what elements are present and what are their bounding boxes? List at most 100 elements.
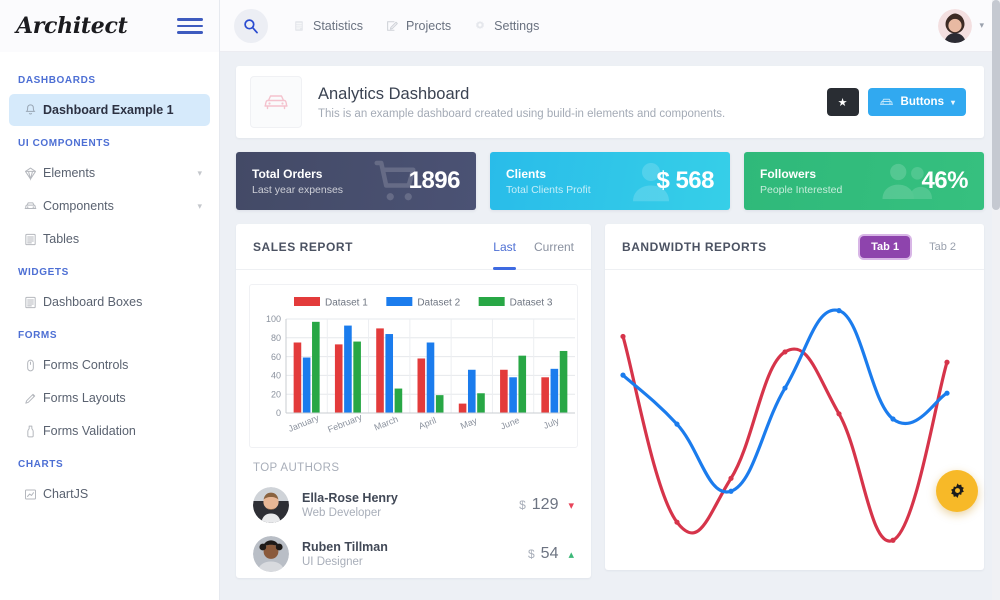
sidebar-item-tables[interactable]: Tables xyxy=(9,223,210,255)
car-icon xyxy=(250,76,302,128)
x-tick-label: April xyxy=(417,415,437,431)
author-meta: Ella-Rose Henry Web Developer xyxy=(302,491,398,519)
bar xyxy=(559,350,568,413)
author-row[interactable]: Ruben Tillman UI Designer $54 ▴ xyxy=(253,536,574,572)
stat-card-title: Followers xyxy=(760,166,817,181)
settings-fab[interactable] xyxy=(936,470,978,512)
bandwidth-reports-title: BANDWIDTH REPORTS xyxy=(622,239,767,254)
avatar xyxy=(253,487,289,523)
sidebar-item-elements[interactable]: Elements ▾ xyxy=(9,157,210,189)
brand-logo[interactable]: Architect xyxy=(16,13,128,39)
currency-symbol: $ xyxy=(527,547,535,561)
bar xyxy=(385,334,394,413)
stat-card-clients[interactable]: Clients Total Clients Profit $ 568 xyxy=(490,152,730,210)
bandwidth-reports-header: BANDWIDTH REPORTS Tab 1 Tab 2 xyxy=(605,224,984,270)
stat-card-followers[interactable]: Followers People Interested 46% xyxy=(744,152,984,210)
tab-2[interactable]: Tab 2 xyxy=(918,236,967,258)
scrollbar-thumb[interactable] xyxy=(992,0,1000,210)
bandwidth-reports-panel: BANDWIDTH REPORTS Tab 1 Tab 2 xyxy=(605,224,984,570)
data-point xyxy=(674,519,680,525)
buttons-dropdown[interactable]: Buttons ▾ xyxy=(867,88,966,116)
search-icon[interactable] xyxy=(234,8,268,43)
sidebar-item-forms-validation[interactable]: Forms Validation xyxy=(9,415,210,447)
avatar[interactable] xyxy=(938,8,973,43)
table-icon xyxy=(17,232,43,247)
sales-report-tabs: Last Current xyxy=(493,224,574,270)
top-nav: Statistics Projects Settings xyxy=(292,19,539,33)
sidebar-caption: CHARTS xyxy=(18,459,64,470)
sidebar-caption: UI COMPONENTS xyxy=(18,138,111,149)
top-nav-projects[interactable]: Projects xyxy=(385,19,451,33)
sidebar-item-components[interactable]: Components ▾ xyxy=(9,190,210,222)
author-amount: $129 ▾ xyxy=(519,496,574,514)
sidebar-item-dashboard-example-1[interactable]: Dashboard Example 1 xyxy=(9,94,210,126)
topbar: Statistics Projects Settings ▾ xyxy=(220,0,1000,52)
top-nav-statistics[interactable]: Statistics xyxy=(292,19,363,33)
sidebar-item-forms-controls[interactable]: Forms Controls xyxy=(9,349,210,381)
stat-card-subtitle: Last year expenses xyxy=(252,183,344,196)
gear-icon xyxy=(473,19,487,33)
x-tick-label: February xyxy=(326,412,364,435)
y-tick-label: 100 xyxy=(266,314,281,324)
bell-icon xyxy=(17,103,43,118)
tab-last[interactable]: Last xyxy=(493,224,516,270)
top-nav-settings[interactable]: Settings xyxy=(473,19,539,33)
stat-cards: Total Orders Last year expenses 1896 Client… xyxy=(236,152,984,210)
data-point xyxy=(782,349,788,355)
data-point xyxy=(620,333,626,340)
sidebar-item-dashboard-boxes[interactable]: Dashboard Boxes xyxy=(9,286,210,318)
bar xyxy=(458,403,467,413)
sidebar-item-chartjs[interactable]: ChartJS xyxy=(9,478,210,510)
y-tick-label: 0 xyxy=(276,408,281,418)
y-tick-label: 60 xyxy=(271,352,281,362)
page-header-text: Analytics Dashboard This is an example d… xyxy=(318,85,725,120)
bar xyxy=(312,321,320,413)
chevron-down-icon: ▾ xyxy=(197,167,202,178)
star-icon: ★ xyxy=(837,96,848,109)
tab-current[interactable]: Current xyxy=(534,224,574,270)
line-series xyxy=(621,308,949,494)
buttons-dropdown-label: Buttons xyxy=(900,96,944,108)
sidebar-item-label: Forms Validation xyxy=(43,424,136,438)
page-subtitle: This is an example dashboard created usi… xyxy=(318,107,726,120)
hamburger-icon[interactable] xyxy=(177,18,203,34)
author-name: Ruben Tillman xyxy=(302,540,388,554)
chevron-down-icon: ▾ xyxy=(950,97,955,107)
stat-card-value: $ 568 xyxy=(656,167,714,194)
top-authors-title: TOP AUTHORS xyxy=(253,462,340,474)
amount-value: 129 xyxy=(531,496,559,513)
scrollbar[interactable] xyxy=(992,0,1000,600)
line-series xyxy=(621,334,949,543)
legend-swatch xyxy=(294,297,320,306)
stat-card-total-orders[interactable]: Total Orders Last year expenses 1896 xyxy=(236,152,476,210)
main-area: Statistics Projects Settings ▾ Analytics… xyxy=(220,0,1000,600)
bar xyxy=(467,369,476,413)
sales-bar-chart: Dataset 1 Dataset 2 Dataset 3 0 20 40 60 80 100 J… xyxy=(266,297,575,435)
top-nav-label: Statistics xyxy=(313,18,364,33)
tab-1[interactable]: Tab 1 xyxy=(860,235,911,258)
data-point xyxy=(836,308,842,314)
sidebar-item-forms-layouts[interactable]: Forms Layouts xyxy=(9,382,210,414)
bar xyxy=(509,377,517,413)
page-header-card: Analytics Dashboard This is an example d… xyxy=(236,66,984,138)
table-icon xyxy=(17,295,43,310)
data-point xyxy=(674,421,680,427)
diamond-icon xyxy=(17,166,43,181)
bar xyxy=(394,388,403,413)
bar xyxy=(518,355,527,413)
database-icon xyxy=(292,19,306,33)
favorite-star-button[interactable]: ★ xyxy=(826,88,859,116)
chart-icon xyxy=(17,487,43,502)
y-tick-label: 20 xyxy=(271,389,281,399)
author-amount: $54 ▴ xyxy=(528,545,574,563)
bar xyxy=(376,328,384,413)
bandwidth-tabs: Tab 1 Tab 2 xyxy=(860,235,967,258)
data-point xyxy=(944,359,950,365)
stat-card-text: Followers People Interested xyxy=(760,167,842,196)
author-row[interactable]: Ella-Rose Henry Web Developer $129 ▾ xyxy=(253,487,574,523)
sidebar-nav: DASHBOARDS Dashboard Example 1 UI COMPONEN… xyxy=(0,52,219,510)
stat-card-value: 1896 xyxy=(408,167,461,194)
chevron-down-icon[interactable]: ▾ xyxy=(979,20,984,31)
edit-square-icon xyxy=(385,19,399,33)
data-point xyxy=(620,372,626,378)
